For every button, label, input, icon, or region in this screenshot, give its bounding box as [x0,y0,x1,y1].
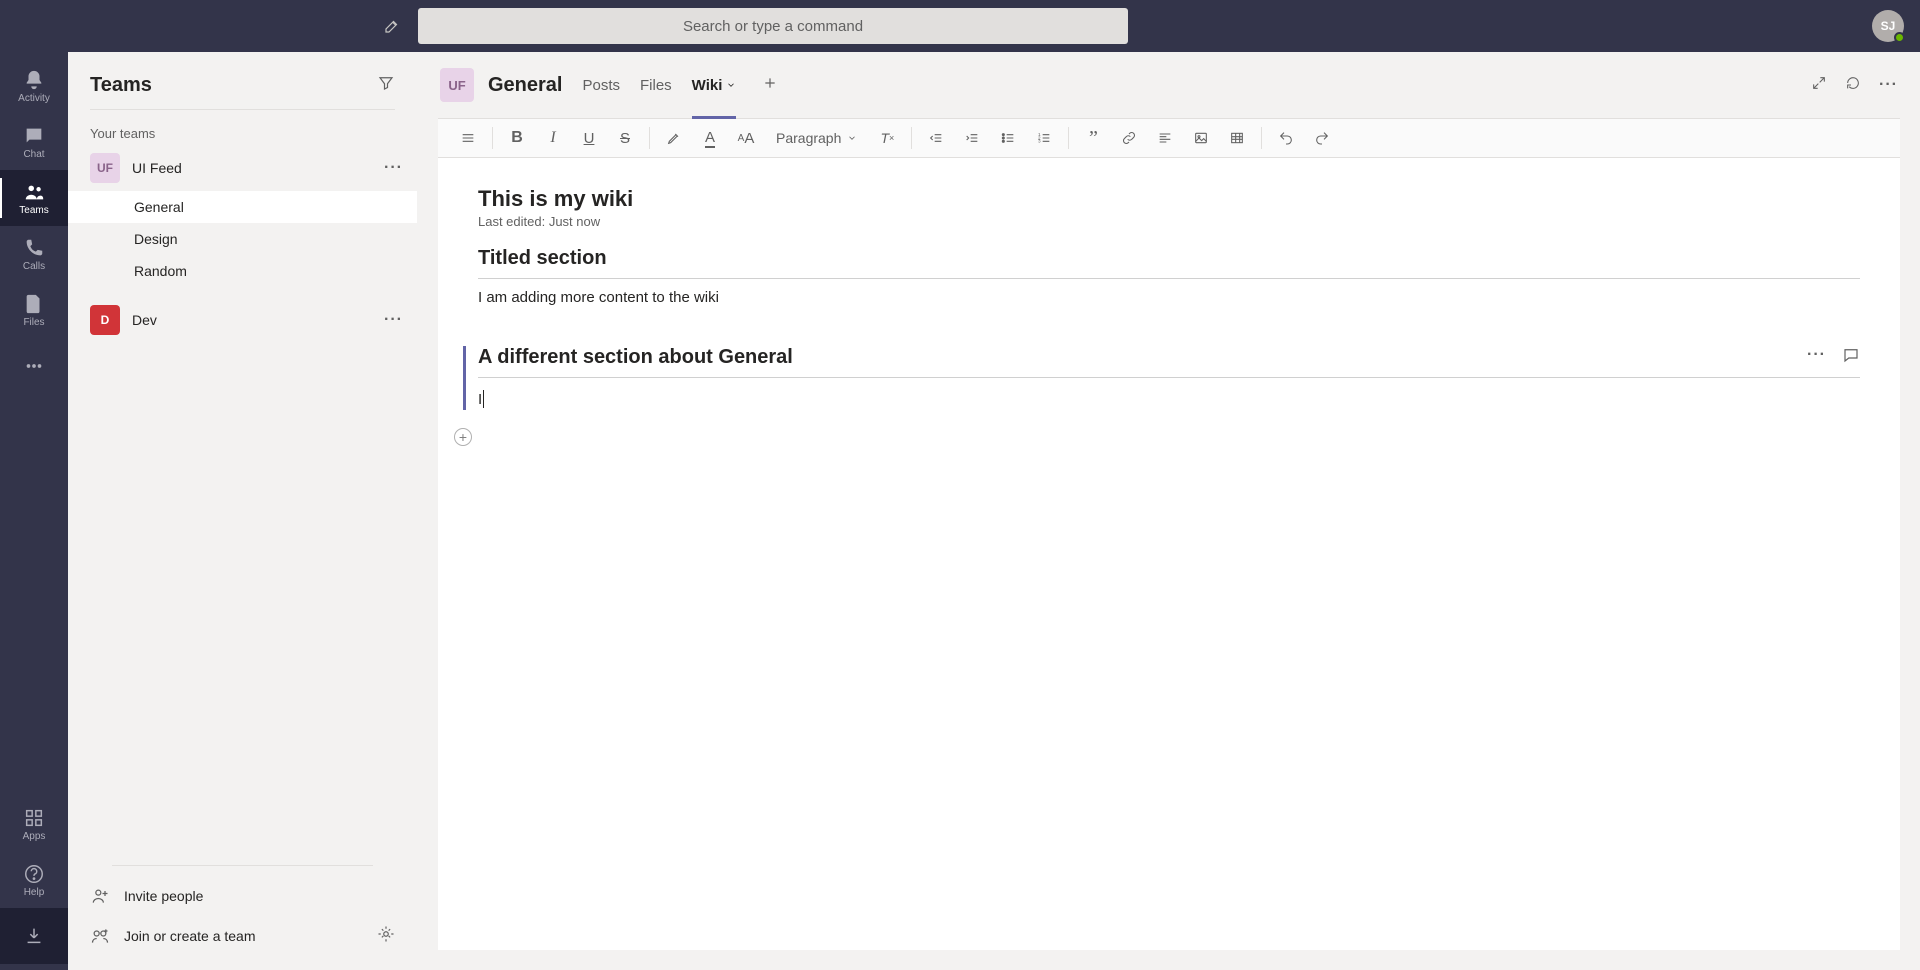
svg-text:3: 3 [1038,139,1041,144]
section-divider [478,377,1860,378]
clear-formatting-button[interactable]: T× [871,123,903,153]
paragraph-style-dropdown[interactable]: Paragraph [766,130,867,146]
expand-icon[interactable] [1811,75,1827,96]
title-bar: SJ [0,0,1920,52]
content-area: UF General Posts Files Wiki ··· [418,52,1920,970]
rail-teams[interactable]: Teams [0,170,68,226]
table-button[interactable] [1221,123,1253,153]
link-button[interactable] [1113,123,1145,153]
numbered-list-button[interactable]: 123 [1028,123,1060,153]
user-avatar[interactable]: SJ [1872,10,1904,42]
wiki-section-title[interactable]: Titled section [478,247,1860,270]
teams-sidebar: Teams Your teams UF UI Feed ··· General … [68,52,418,970]
search-input[interactable] [418,8,1128,44]
tab-posts[interactable]: Posts [582,52,620,118]
wiki-page-title[interactable]: This is my wiki [478,186,1860,212]
section-divider [478,278,1860,279]
indent-button[interactable] [956,123,988,153]
chevron-down-icon [726,77,736,94]
tab-wiki[interactable]: Wiki [692,52,737,118]
rail-files[interactable]: Files [0,282,68,338]
sidebar-section-label: Your teams [68,120,417,145]
tab-files[interactable]: Files [640,52,672,118]
highlight-button[interactable] [658,123,690,153]
section-comment-icon[interactable] [1842,346,1860,369]
section-more-icon[interactable]: ··· [1807,346,1826,369]
wiki-active-section[interactable]: ··· A different section about General I [463,346,1860,410]
channel-title: General [488,74,562,97]
hamburger-icon[interactable] [452,123,484,153]
underline-button[interactable]: U [573,123,605,153]
rail-activity[interactable]: Activity [0,58,68,114]
undo-button[interactable] [1270,123,1302,153]
text-cursor [483,390,484,408]
team-more-icon[interactable]: ··· [384,311,403,329]
channel-general[interactable]: General [68,191,417,223]
align-button[interactable] [1149,123,1181,153]
italic-button[interactable]: I [537,123,569,153]
rail-more[interactable] [0,338,68,394]
quote-button[interactable]: ” [1077,123,1109,153]
team-row-dev[interactable]: D Dev ··· [68,297,417,343]
bullet-list-button[interactable] [992,123,1024,153]
compose-button[interactable] [380,14,404,38]
rail-chat[interactable]: Chat [0,114,68,170]
add-section-button[interactable]: + [454,428,472,446]
rail-apps[interactable]: Apps [0,796,68,852]
image-button[interactable] [1185,123,1217,153]
rail-help[interactable]: Help [0,852,68,908]
outdent-button[interactable] [920,123,952,153]
rail-calls[interactable]: Calls [0,226,68,282]
font-size-button[interactable]: AA [730,123,762,153]
team-avatar: UF [90,153,120,183]
font-color-button[interactable]: A [694,123,726,153]
rail-download[interactable] [0,908,68,964]
team-row-ui-feed[interactable]: UF UI Feed ··· [68,145,417,191]
team-avatar: D [90,305,120,335]
channel-header: UF General Posts Files Wiki ··· [418,52,1920,118]
sidebar-title: Teams [90,74,152,97]
channel-random[interactable]: Random [68,255,417,287]
presence-indicator [1894,32,1905,43]
team-name: Dev [132,312,372,328]
formatting-toolbar: B I U S A AA Paragraph T× 123 ” [438,118,1900,158]
join-create-team-button[interactable]: Join or create a team [90,916,256,956]
user-initials: SJ [1881,19,1896,33]
channel-avatar: UF [440,68,474,102]
team-name: UI Feed [132,160,372,176]
settings-gear-icon[interactable] [377,925,395,948]
bold-button[interactable]: B [501,123,533,153]
channel-design[interactable]: Design [68,223,417,255]
wiki-editor[interactable]: This is my wiki Last edited: Just now Ti… [438,158,1900,950]
team-more-icon[interactable]: ··· [384,159,403,177]
more-icon[interactable]: ··· [1879,76,1898,94]
wiki-section-title[interactable]: A different section about General [478,346,1860,369]
filter-icon[interactable] [377,74,395,97]
redo-button[interactable] [1306,123,1338,153]
refresh-icon[interactable] [1845,75,1861,96]
wiki-section-body[interactable]: I am adding more content to the wiki [478,289,1860,306]
invite-people-button[interactable]: Invite people [90,876,395,916]
wiki-section-body[interactable]: I [478,388,1860,410]
add-tab-button[interactable] [762,75,778,96]
wiki-last-edited: Last edited: Just now [478,214,1860,229]
app-rail: Activity Chat Teams Calls Files Apps [0,52,68,970]
strikethrough-button[interactable]: S [609,123,641,153]
